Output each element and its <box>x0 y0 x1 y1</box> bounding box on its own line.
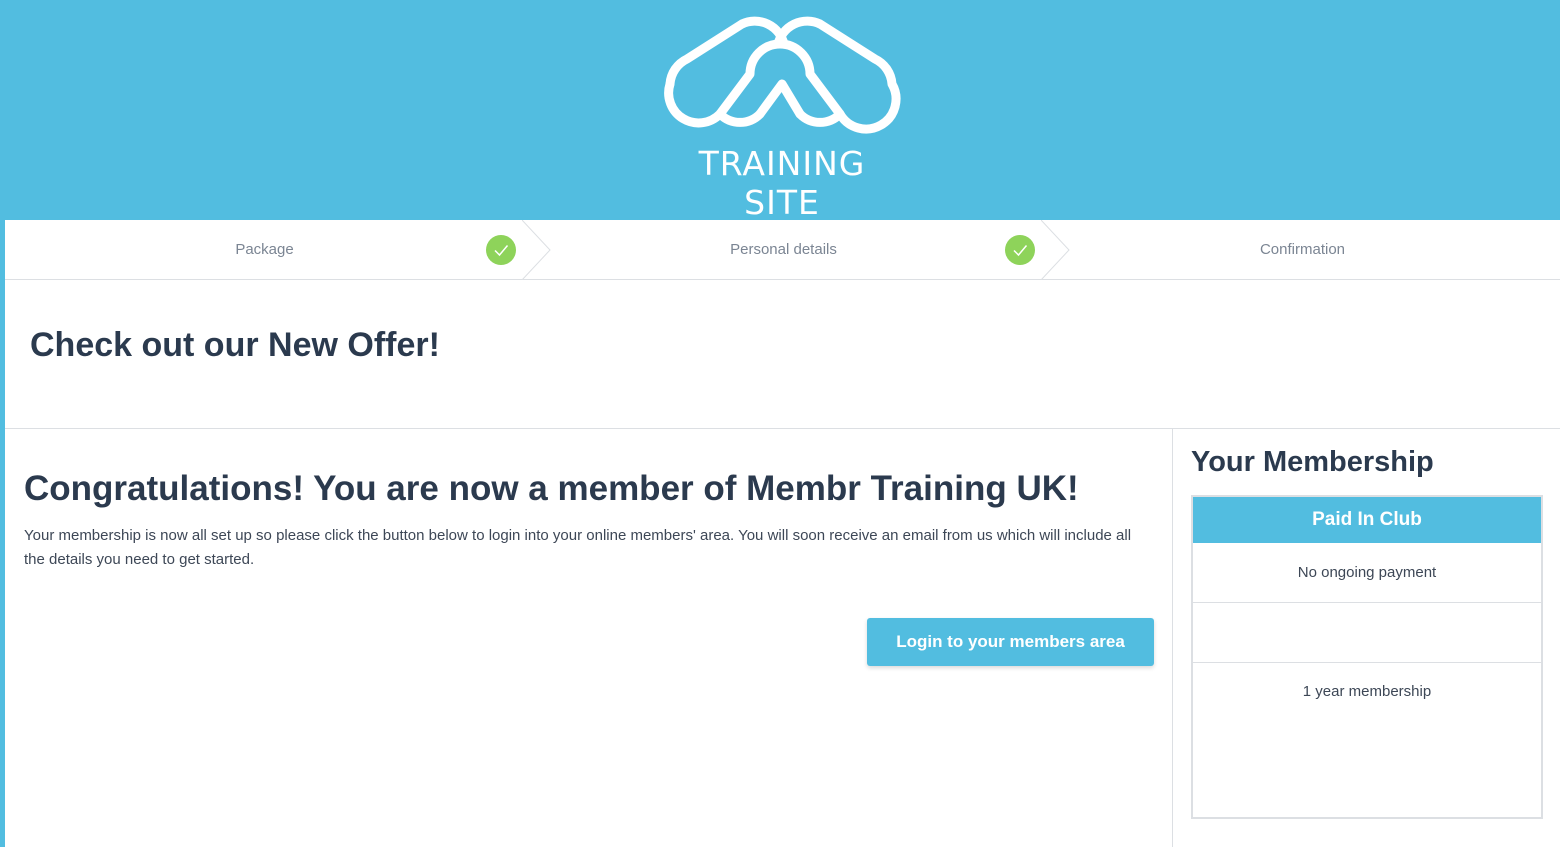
login-button[interactable]: Login to your members area <box>867 618 1154 666</box>
progress-steps: Package Personal details Confirmation <box>5 220 1560 280</box>
membership-card: Paid In Club No ongoing payment 1 year m… <box>1191 495 1543 819</box>
site-logo[interactable]: TRAINING SITE <box>660 14 904 222</box>
step-label: Package <box>235 241 294 258</box>
step-confirmation[interactable]: Confirmation <box>1043 220 1560 279</box>
step-package[interactable]: Package <box>5 220 551 280</box>
membership-empty-row <box>1193 603 1541 663</box>
membership-payment: No ongoing payment <box>1193 543 1541 603</box>
offer-title: Check out our New Offer! <box>30 326 440 364</box>
membership-plan-name: Paid In Club <box>1193 497 1541 543</box>
membership-duration: 1 year membership <box>1302 683 1432 700</box>
congratulations-heading: Congratulations! You are now a member of… <box>24 469 1079 508</box>
check-icon <box>486 235 516 265</box>
step-label: Confirmation <box>1259 241 1346 258</box>
check-icon <box>1005 235 1035 265</box>
confirmation-text: Your membership is now all set up so ple… <box>24 527 1132 568</box>
logo-icon <box>664 16 901 134</box>
confirmation-content: Congratulations! You are now a member of… <box>5 429 1173 847</box>
site-header: TRAINING SITE <box>0 0 1560 222</box>
logo-text: TRAINING SITE <box>698 144 866 222</box>
step-personal-details[interactable]: Personal details <box>524 220 1070 280</box>
main-panel: Package Personal details Confirmation Ch… <box>5 220 1560 847</box>
step-label: Personal details <box>730 241 837 258</box>
membership-title: Your Membership <box>1191 446 1434 478</box>
